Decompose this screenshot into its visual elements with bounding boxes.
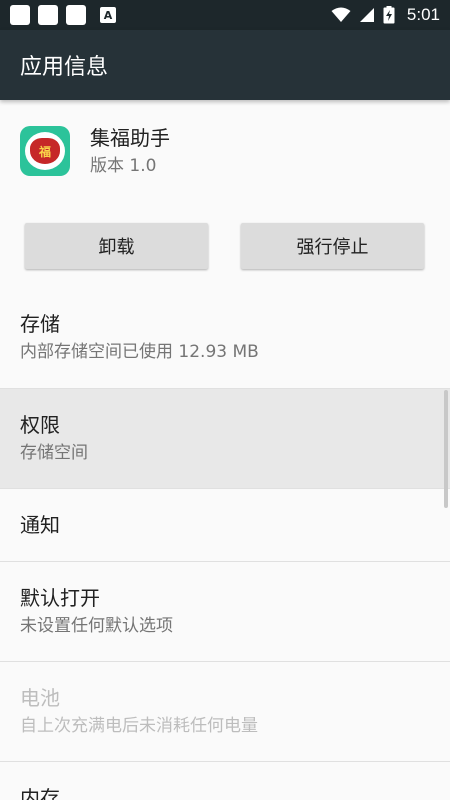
a-notification-icon: A xyxy=(100,7,116,23)
row-title: 内存 xyxy=(20,786,60,800)
row-subtitle: 自上次充满电后未消耗任何电量 xyxy=(20,716,258,736)
row-title: 存储 xyxy=(20,312,60,336)
status-time: 5:01 xyxy=(406,5,440,24)
notification-square-icon xyxy=(10,5,30,25)
status-notifications: A xyxy=(10,5,116,25)
settings-row-notifications[interactable]: 通知 xyxy=(0,489,450,562)
app-icon: 福 xyxy=(20,126,70,176)
force-stop-button[interactable]: 强行停止 xyxy=(241,223,424,269)
signal-icon xyxy=(359,8,374,22)
app-icon-circle: 福 xyxy=(25,132,65,170)
app-name: 集福助手 xyxy=(90,126,170,150)
app-version: 版本 1.0 xyxy=(90,156,157,176)
uninstall-button[interactable]: 卸载 xyxy=(25,223,208,269)
wifi-icon xyxy=(331,7,351,22)
row-title: 权限 xyxy=(20,413,60,437)
app-info-content[interactable]: 福 集福助手 版本 1.0 卸载 强行停止 存储 内部存储空间已使用 12.93… xyxy=(0,100,450,800)
app-bar: 应用信息 xyxy=(0,30,450,100)
status-system-icons: 5:01 xyxy=(331,5,440,25)
row-subtitle: 内部存储空间已使用 12.93 MB xyxy=(20,342,259,362)
app-meta: 集福助手 版本 1.0 xyxy=(90,124,170,178)
battery-charging-icon xyxy=(383,6,395,24)
settings-row-storage[interactable]: 存储 内部存储空间已使用 12.93 MB xyxy=(0,288,450,389)
lucky-bag-icon: 福 xyxy=(30,138,60,164)
settings-row-open-by-default[interactable]: 默认打开 未设置任何默认选项 xyxy=(0,562,450,662)
row-title: 默认打开 xyxy=(20,586,100,610)
app-header: 福 集福助手 版本 1.0 xyxy=(20,124,170,178)
notification-square-icon xyxy=(66,5,86,25)
settings-row-battery: 电池 自上次充满电后未消耗任何电量 xyxy=(0,662,450,762)
row-subtitle: 存储空间 xyxy=(20,443,88,463)
page-title: 应用信息 xyxy=(20,55,109,80)
row-subtitle: 未设置任何默认选项 xyxy=(20,616,173,636)
row-title: 通知 xyxy=(20,513,60,537)
notification-square-icon xyxy=(38,5,58,25)
settings-row-memory[interactable]: 内存 xyxy=(0,762,450,800)
settings-row-permissions[interactable]: 权限 存储空间 xyxy=(0,389,450,489)
status-bar: A 5:01 xyxy=(0,0,450,30)
scrollbar[interactable] xyxy=(444,390,448,508)
row-title: 电池 xyxy=(20,686,60,710)
